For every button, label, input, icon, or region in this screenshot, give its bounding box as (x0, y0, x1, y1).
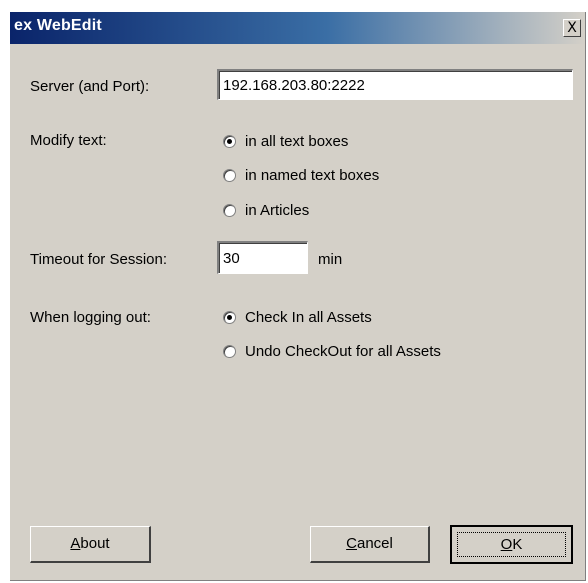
timeout-label: Timeout for Session: (30, 251, 167, 268)
cancel-mnemonic: C (346, 535, 357, 552)
window-title: ex WebEdit (14, 17, 102, 34)
radio-undo-checkout[interactable]: Undo CheckOut for all Assets (223, 343, 441, 360)
cancel-label: ancel (356, 535, 393, 552)
radio-in-articles[interactable]: in Articles (223, 202, 309, 219)
radio-label: in all text boxes (245, 133, 349, 150)
modify-text-label: Modify text: (30, 132, 107, 149)
radio-button[interactable] (223, 345, 236, 358)
logout-label: When logging out: (30, 309, 151, 326)
ok-focus-rect: OK (457, 532, 566, 557)
title-bar[interactable]: ex WebEdit X (10, 12, 585, 44)
radio-button[interactable] (223, 311, 236, 324)
radio-label: in named text boxes (245, 167, 380, 184)
timeout-unit: min (318, 251, 343, 268)
server-label: Server (and Port): (30, 78, 150, 95)
radio-button[interactable] (223, 204, 236, 217)
ok-mnemonic: O (500, 536, 513, 553)
radio-button[interactable] (223, 169, 236, 182)
radio-named-text-boxes[interactable]: in named text boxes (223, 167, 379, 184)
radio-label: Check In all Assets (245, 309, 372, 326)
server-input[interactable] (217, 69, 573, 100)
timeout-input[interactable] (217, 241, 308, 274)
about-mnemonic: A (70, 535, 81, 552)
ok-button[interactable]: OK (450, 525, 573, 564)
ok-label: K (512, 536, 523, 553)
close-icon: X (567, 20, 577, 36)
close-button[interactable]: X (563, 19, 581, 37)
cancel-button[interactable]: Cancel (310, 526, 430, 563)
radio-button[interactable] (223, 135, 236, 148)
about-label: bout (80, 535, 110, 552)
radio-label: in Articles (245, 202, 310, 219)
about-button[interactable]: About (30, 526, 151, 563)
radio-all-text-boxes[interactable]: in all text boxes (223, 133, 348, 150)
radio-check-in-all-assets[interactable]: Check In all Assets (223, 309, 372, 326)
webedit-dialog: ex WebEdit X Server (and Port): Modify t… (10, 12, 586, 581)
radio-label: Undo CheckOut for all Assets (245, 343, 441, 360)
